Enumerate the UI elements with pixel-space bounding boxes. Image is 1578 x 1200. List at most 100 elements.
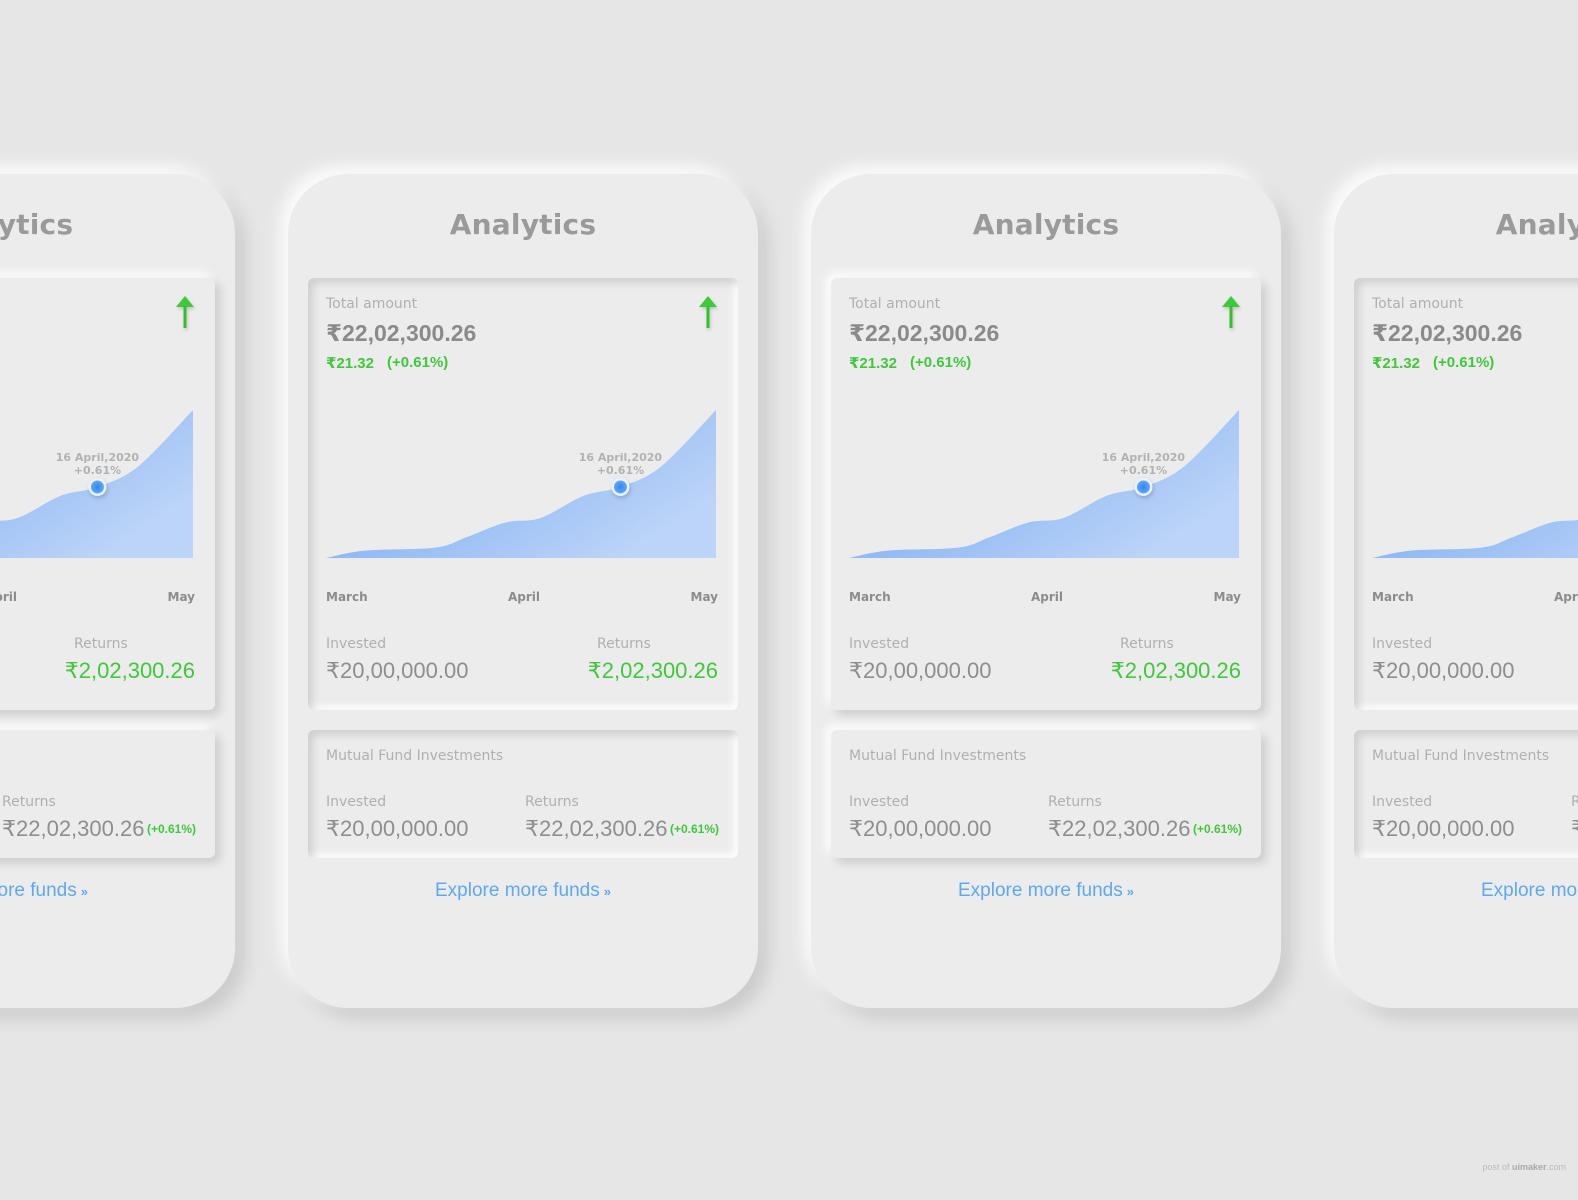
tooltip-date: 16 April,2020 (55, 450, 140, 464)
mf-returns-value: ₹22,02,300.26 (1571, 816, 1578, 842)
x-tick-may: May (167, 590, 196, 604)
returns-label: Returns (74, 636, 128, 652)
double-chevron-right-icon: » (1126, 884, 1134, 899)
tooltip-date: 16 April,2020 (578, 450, 663, 464)
chart-tooltip: 16 April,2020 +0.61% (1098, 451, 1188, 477)
tooltip-date: 16 April,2020 (1101, 450, 1186, 464)
total-amount-label: Total amount (1372, 296, 1464, 312)
total-change-percent: (+0.61%) (1433, 354, 1495, 371)
page-title: Analytics (0, 208, 74, 241)
invested-label: Invested (326, 636, 387, 652)
double-chevron-right-icon: » (80, 884, 88, 899)
total-amount-card: Total amount ₹22,02,300.26 ₹21.32 (+0.61… (308, 278, 738, 710)
chart-tooltip: 16 April,2020 +0.61% (52, 451, 142, 477)
explore-label: Explore more funds (958, 880, 1123, 901)
total-change-amount: ₹21.32 (1372, 355, 1420, 372)
returns-label: Returns (1120, 636, 1174, 652)
total-change-percent: (+0.61%) (910, 354, 972, 371)
tooltip-change: +0.61% (596, 463, 645, 477)
page-title: Analytics (1495, 208, 1578, 241)
explore-label: Explore more funds (435, 880, 600, 901)
returns-area-chart (0, 410, 193, 558)
double-chevron-right-icon: » (603, 884, 611, 899)
total-amount-label: Total amount (326, 296, 418, 312)
mf-returns-value: ₹22,02,300.26 (525, 816, 668, 841)
invested-value: ₹20,00,000.00 (1372, 658, 1515, 683)
total-amount-value: ₹22,02,300.26 (326, 320, 477, 346)
page-title: Analytics (449, 208, 597, 241)
tooltip-change: +0.61% (1119, 463, 1168, 477)
mutual-fund-card[interactable]: Mutual Fund Investments Invested ₹20,00,… (1354, 730, 1578, 858)
total-amount-label: Total amount (849, 296, 941, 312)
total-change-amount: ₹21.32 (849, 355, 897, 372)
explore-more-funds-link[interactable]: Explore more funds» (0, 880, 235, 902)
page-title: Analytics (972, 208, 1120, 241)
explore-more-funds-link[interactable]: Explore more funds» (1334, 880, 1578, 902)
chart-highlight-point-core (613, 480, 627, 494)
mutual-fund-title: Mutual Fund Investments (849, 748, 1027, 764)
mf-returns-label: Returns (1571, 794, 1578, 810)
mf-invested-label: Invested (326, 794, 387, 810)
x-tick-april: April (1554, 590, 1578, 604)
explore-label: Explore more funds (1481, 880, 1578, 901)
chart-area-series (326, 410, 716, 558)
mf-returns-value: ₹22,02,300.26 (2, 816, 145, 841)
mf-invested-value: ₹20,00,000.00 (326, 816, 469, 841)
mutual-fund-card[interactable]: Mutual Fund Investments Invested ₹20,00,… (0, 730, 215, 858)
mf-returns-label: Returns (1048, 794, 1102, 810)
returns-value: ₹2,02,300.26 (587, 658, 718, 683)
x-tick-may: May (1213, 590, 1242, 604)
invested-value: ₹20,00,000.00 (849, 658, 992, 683)
chart-area-series (849, 410, 1239, 558)
invested-label: Invested (849, 636, 910, 652)
mutual-fund-card[interactable]: Mutual Fund Investments Invested ₹20,00,… (831, 730, 1261, 858)
mf-returns-label: Returns (525, 794, 579, 810)
x-tick-april: April (0, 590, 18, 604)
returns-value: ₹2,02,300.26 (1110, 658, 1241, 683)
mf-returns-change: (+0.61%) (146, 822, 196, 836)
returns-area-chart (1372, 520, 1578, 558)
phone-screen-1: Analytics Total amount ₹22,02,300.26 ₹21… (0, 174, 235, 1008)
explore-more-funds-link[interactable]: Explore more funds» (811, 880, 1281, 902)
mf-invested-value: ₹20,00,000.00 (1372, 816, 1515, 841)
arrow-up-icon (699, 296, 717, 328)
arrow-up-icon (176, 296, 194, 328)
phone-screen-2: Analytics Total amount ₹22,02,300.26 ₹21… (288, 174, 758, 1008)
chart-highlight-point-core (1136, 480, 1150, 494)
total-change-amount: ₹21.32 (326, 355, 374, 372)
total-amount-value: ₹22,02,300.26 (849, 320, 1000, 346)
phone-screen-4: Analytics Total amount ₹22,02,300.26 ₹21… (1334, 174, 1578, 1008)
x-tick-april: April (508, 590, 541, 604)
total-amount-card: Total amount ₹22,02,300.26 ₹21.32 (+0.61… (0, 278, 215, 710)
total-amount-card: Total amount ₹22,02,300.26 ₹21.32 (+0.61… (831, 278, 1261, 710)
phone-screen-3: Analytics Total amount ₹22,02,300.26 ₹21… (811, 174, 1281, 1008)
total-amount-card: Total amount ₹22,02,300.26 ₹21.32 (+0.61… (1354, 278, 1578, 710)
mutual-fund-title: Mutual Fund Investments (326, 748, 504, 764)
mf-invested-label: Invested (1372, 794, 1433, 810)
arrow-up-icon (1222, 296, 1240, 328)
chart-highlight-point-core (90, 480, 104, 494)
explore-label: Explore more funds (0, 880, 77, 901)
mutual-fund-title: Mutual Fund Investments (1372, 748, 1550, 764)
returns-area-chart (849, 410, 1239, 558)
invested-value: ₹20,00,000.00 (326, 658, 469, 683)
x-tick-march: March (1372, 590, 1414, 604)
returns-area-chart (326, 410, 716, 558)
x-tick-april: April (1031, 590, 1064, 604)
mutual-fund-card[interactable]: Mutual Fund Investments Invested ₹20,00,… (308, 730, 738, 858)
mf-invested-value: ₹20,00,000.00 (849, 816, 992, 841)
mf-returns-label: Returns (2, 794, 56, 810)
mf-returns-change: (+0.61%) (669, 822, 719, 836)
returns-label: Returns (597, 636, 651, 652)
x-tick-march: March (326, 590, 368, 604)
total-amount-value: ₹22,02,300.26 (1372, 320, 1523, 346)
total-change-percent: (+0.61%) (387, 354, 449, 371)
invested-label: Invested (1372, 636, 1433, 652)
explore-more-funds-link[interactable]: Explore more funds» (288, 880, 758, 902)
mf-returns-change: (+0.61%) (1192, 822, 1242, 836)
tooltip-change: +0.61% (73, 463, 122, 477)
chart-area-series (1372, 520, 1578, 558)
x-tick-march: March (849, 590, 891, 604)
mf-invested-label: Invested (849, 794, 910, 810)
mf-returns-value: ₹22,02,300.26 (1048, 816, 1191, 841)
